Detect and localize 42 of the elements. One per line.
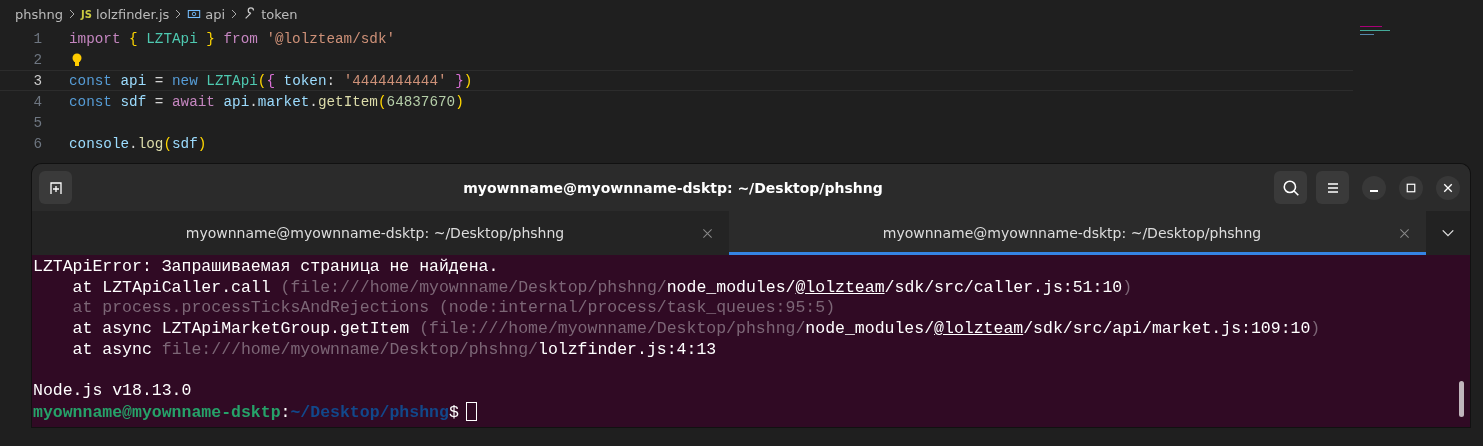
line-number: 5	[32, 114, 43, 131]
terminal-output-line: at process.processTicksAndRejections (node:internal/process/task_queues:95:5)	[71, 298, 836, 318]
new-tab-button[interactable]	[39, 171, 72, 204]
line-number: 4	[32, 93, 43, 110]
line-number: 3	[32, 72, 43, 89]
terminal-output-line: at LZTApiCaller.call (file:///home/myownname/Desktop/phshng/node_modules/@lolzteam/sdk/src/caller.js:51:10)	[71, 277, 1133, 297]
chevron-right-icon	[67, 9, 77, 19]
line-number: 2	[32, 51, 43, 68]
breadcrumb[interactable]: lolzfinder.js	[95, 6, 170, 22]
terminal-output-line: at async file:///home/myownname/Desktop/phshng/lolzfinder.js:4:13	[71, 339, 717, 359]
code-line: console.log(sdf)	[69, 135, 207, 152]
window-title: myownname@myownname-dsktp: ~/Desktop/phshng	[462, 179, 884, 196]
code-line: const api = new LZTApi({ token: '4444444444' })	[69, 72, 473, 89]
terminal-output-line: at async LZTApiMarketGroup.getItem (file:///home/myownname/Desktop/phshng/node_modules/@lolzteam/sdk/src/api/market.js:109:10)	[71, 319, 1321, 339]
line-number: 6	[32, 135, 43, 152]
breadcrumb[interactable]: phshng	[15, 6, 63, 22]
minimap-drawing	[1360, 26, 1390, 35]
breadcrumb[interactable]: token	[261, 6, 298, 22]
search-button[interactable]	[1274, 171, 1307, 204]
code-line: const sdf = await api.market.getItem(64837670)	[69, 93, 464, 110]
js-file-icon: JS	[81, 8, 92, 20]
close-button[interactable]	[1436, 175, 1460, 200]
minimize-icon	[1370, 189, 1378, 192]
terminal-output-line: LZTApiError: Запрашиваемая страница не найдена.	[33, 257, 499, 276]
maximize-button[interactable]	[1399, 175, 1423, 200]
menu-button[interactable]	[1316, 171, 1349, 204]
close-tab-icon	[702, 227, 713, 239]
breadcrumb[interactable]: api	[205, 6, 226, 22]
variable-icon	[187, 7, 202, 21]
shell-prompt: myownname@myownname-dsktp:~/Desktop/phshng$	[33, 402, 459, 422]
search-icon	[1281, 178, 1300, 197]
line-number: 1	[32, 30, 43, 47]
maximize-icon	[1405, 181, 1417, 194]
scrollbar[interactable]	[1459, 381, 1464, 417]
terminal-tab[interactable]: myownname@myownname-dsktp: ~/Desktop/phshng	[729, 211, 1426, 255]
terminal-output-line: Node.js v18.13.0	[33, 381, 192, 401]
new-tab-icon	[47, 179, 64, 196]
text-cursor	[465, 401, 477, 421]
close-tab-icon	[1399, 227, 1410, 239]
code-line: import { LZTApi } from '@lolzteam/sdk'	[69, 30, 396, 47]
minimize-button[interactable]	[1362, 175, 1386, 200]
close-icon	[1442, 181, 1454, 194]
